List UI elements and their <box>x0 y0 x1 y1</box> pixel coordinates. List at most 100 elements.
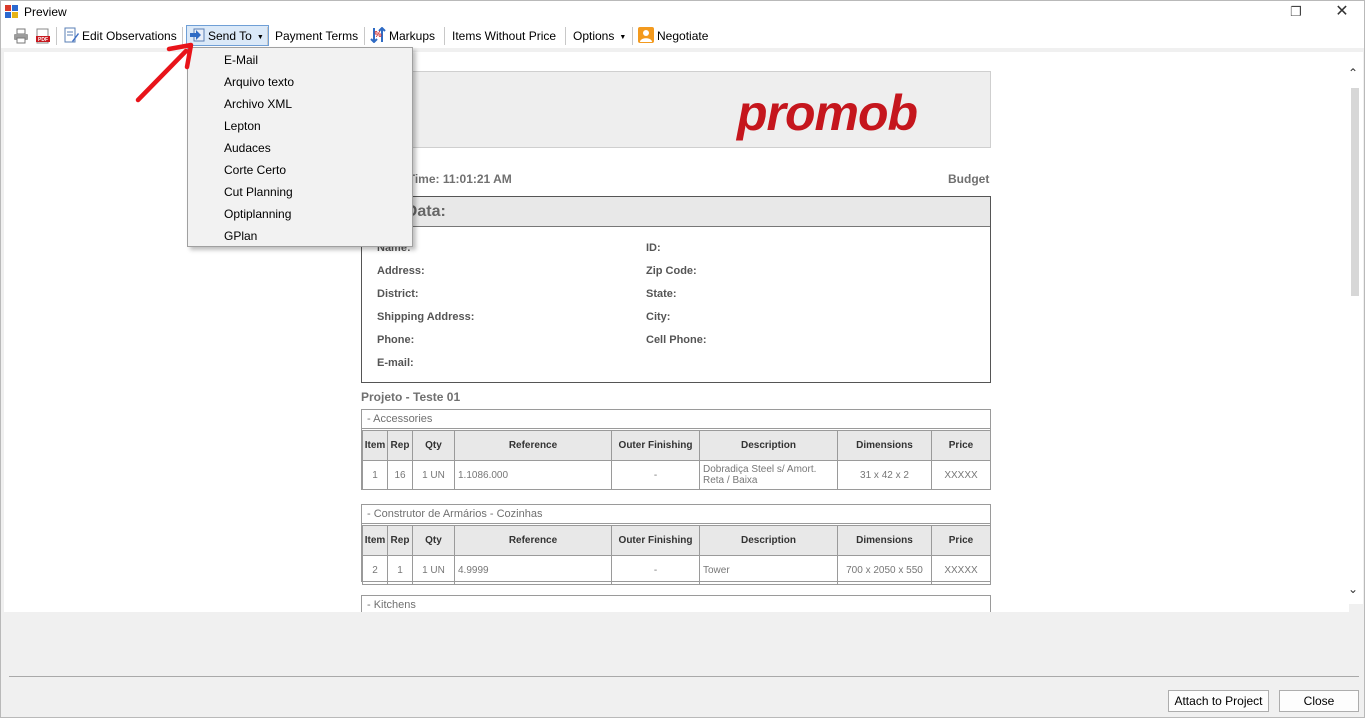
promob-logo: promob <box>737 85 918 141</box>
col-item: Item <box>362 525 388 556</box>
negotiate-label: Negotiate <box>657 29 709 43</box>
col-reference: Reference <box>454 430 612 461</box>
app-icon <box>5 5 18 18</box>
section-kitchens: - Kitchens <box>361 595 991 612</box>
negotiate-button[interactable]: Negotiate <box>638 26 708 46</box>
field-state: State: <box>646 288 677 300</box>
title-bar: Preview ❐ ✕ <box>1 1 1364 24</box>
cell-dimensions: 700 x 2050 x 550 <box>837 555 932 585</box>
section-title: - Construtor de Armários - Cozinhas <box>362 505 990 524</box>
table-row: 1 16 1 UN 1.1086.000 - Dobradiça Steel s… <box>362 460 991 490</box>
col-description: Description <box>699 525 838 556</box>
markups-label: Markups <box>389 29 436 43</box>
cell-price: XXXXX <box>931 460 991 490</box>
col-outer-finishing: Outer Finishing <box>611 525 700 556</box>
cell-qty: 1 UN <box>412 460 455 490</box>
cell-qty: 1 UN <box>412 555 455 585</box>
menu-item-lepton[interactable]: Lepton <box>189 115 411 137</box>
negotiate-icon <box>638 27 654 43</box>
col-price: Price <box>931 430 991 461</box>
menu-item-corte-certo[interactable]: Corte Certo <box>189 159 411 181</box>
table-header-row: Item Rep Qty Reference Outer Finishing D… <box>362 430 991 461</box>
items-without-price-button[interactable]: Items Without Price <box>452 26 556 46</box>
svg-text:%: % <box>374 30 381 39</box>
col-qty: Qty <box>412 525 455 556</box>
menu-item-cut-planning[interactable]: Cut Planning <box>189 181 411 203</box>
toolbar-separator <box>56 27 57 45</box>
restore-icon[interactable]: ❐ <box>1285 3 1307 21</box>
toolbar-separator <box>364 27 365 45</box>
menu-item-archivo-xml[interactable]: Archivo XML <box>189 93 411 115</box>
options-label: Options <box>573 29 615 43</box>
col-rep: Rep <box>387 525 413 556</box>
col-dimensions: Dimensions <box>837 430 932 461</box>
cell-description: Dobradiça Steel s/ Amort. Reta / Baixa <box>699 460 838 490</box>
report-header: promob <box>361 71 991 148</box>
cell-outer-finishing: - <box>611 460 700 490</box>
col-description: Description <box>699 430 838 461</box>
col-reference: Reference <box>454 525 612 556</box>
cell-rep: 16 <box>387 460 413 490</box>
menu-item-email[interactable]: E-Mail <box>189 49 411 71</box>
customer-data-box: mer Data: Name: Address: District: Shipp… <box>361 196 991 383</box>
table-row: 2 1 1 UN 4.9999 - Tower 700 x 2050 x 550… <box>362 555 991 585</box>
menu-item-optiplanning[interactable]: Optiplanning <box>189 203 411 225</box>
menu-item-audaces[interactable]: Audaces <box>189 137 411 159</box>
section-accessories: - Accessories Item Rep Qty Reference Out… <box>361 409 991 490</box>
window-title: Preview <box>24 5 67 19</box>
send-to-label: Send To <box>208 29 252 43</box>
cell-rep: 1 <box>387 555 413 585</box>
payment-terms-button[interactable]: Payment Terms <box>275 26 358 46</box>
field-zip-code: Zip Code: <box>646 265 697 277</box>
cell-description: Tower <box>699 555 838 585</box>
col-rep: Rep <box>387 430 413 461</box>
menu-item-arquivo-texto[interactable]: Arquivo texto <box>189 71 411 93</box>
col-outer-finishing: Outer Finishing <box>611 430 700 461</box>
chevron-down-icon: ▼ <box>256 34 264 41</box>
col-qty: Qty <box>412 430 455 461</box>
field-id: ID: <box>646 242 661 254</box>
menu-item-gplan[interactable]: GPlan <box>189 225 411 247</box>
cell-reference: 1.1086.000 <box>454 460 612 490</box>
field-cell-phone: Cell Phone: <box>646 334 707 346</box>
section-construtor-armarios: - Construtor de Armários - Cozinhas Item… <box>361 504 991 585</box>
toolbar-separator <box>444 27 445 45</box>
attach-to-project-button[interactable]: Attach to Project <box>1168 690 1269 712</box>
chevron-down-icon: ▼ <box>619 34 627 41</box>
field-district: District: <box>377 288 419 300</box>
field-phone: Phone: <box>377 334 415 346</box>
scroll-thumb[interactable] <box>1351 88 1359 296</box>
payment-terms-label: Payment Terms <box>275 29 359 43</box>
toolbar: PDF Edit Observations Send To ▼ Payment T… <box>1 24 1364 48</box>
field-email: E-mail: <box>377 357 414 369</box>
scroll-up-icon[interactable]: ⌃ <box>1348 66 1358 80</box>
items-without-price-label: Items Without Price <box>452 29 557 43</box>
send-to-menu: E-Mail Arquivo texto Archivo XML Lepton … <box>187 47 413 247</box>
field-shipping-address: Shipping Address: <box>377 311 475 323</box>
pdf-icon[interactable]: PDF <box>35 28 51 44</box>
toolbar-separator <box>267 27 268 45</box>
report-type: Budget <box>948 172 990 186</box>
cell-price: XXXXX <box>931 555 991 585</box>
bottom-divider <box>9 676 1359 677</box>
toolbar-separator <box>632 27 633 45</box>
print-icon[interactable] <box>13 28 29 44</box>
field-address: Address: <box>377 265 425 277</box>
cell-outer-finishing: - <box>611 555 700 585</box>
cell-item: 2 <box>362 555 388 585</box>
col-item: Item <box>362 430 388 461</box>
cell-reference: 4.9999 <box>454 555 612 585</box>
field-city: City: <box>646 311 671 323</box>
svg-text:PDF: PDF <box>38 37 48 43</box>
close-button[interactable]: Close <box>1279 690 1359 712</box>
options-button[interactable]: Options ▼ <box>573 26 626 46</box>
vertical-scrollbar[interactable]: ⌃ ⌄ <box>1346 52 1363 604</box>
close-window-icon[interactable]: ✕ <box>1331 2 1353 22</box>
scroll-down-icon[interactable]: ⌄ <box>1348 582 1358 596</box>
preview-window: Preview ❐ ✕ PDF Edit Observations Send T… <box>0 0 1365 718</box>
markups-icon: % <box>370 27 386 43</box>
markups-button[interactable]: % Markups <box>370 26 435 46</box>
section-title: - Accessories <box>362 410 990 429</box>
annotation-arrow-icon <box>135 42 194 103</box>
project-title: Projeto - Teste 01 <box>361 390 461 404</box>
